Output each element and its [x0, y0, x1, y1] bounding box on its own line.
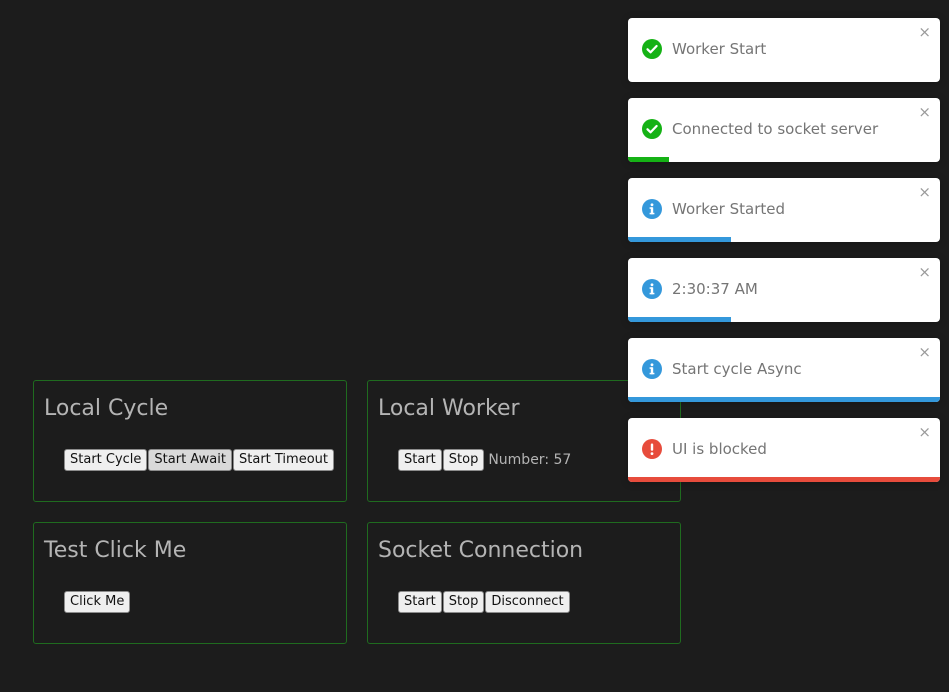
toast-message: Connected to socket server: [672, 120, 879, 138]
test-click-title: Test Click Me: [44, 538, 187, 563]
toast-progress-bar: [628, 477, 940, 482]
socket-controls: Start Stop Disconnect: [398, 591, 571, 613]
start-cycle-button[interactable]: Start Cycle: [64, 449, 148, 471]
socket-disconnect-button[interactable]: Disconnect: [485, 591, 570, 613]
info-circle-icon: [642, 359, 662, 379]
local-worker-controls: Start Stop Number: 57: [398, 449, 571, 471]
socket-connection-title: Socket Connection: [378, 538, 584, 563]
toast-error[interactable]: UI is blocked ×: [628, 418, 940, 482]
close-icon[interactable]: ×: [918, 104, 931, 120]
socket-connection-card: Socket Connection Start Stop Disconnect: [367, 522, 681, 644]
local-cycle-controls: Start Cycle Start Await Start Timeout: [64, 449, 335, 471]
click-me-button[interactable]: Click Me: [64, 591, 131, 613]
toast-success[interactable]: Connected to socket server ×: [628, 98, 940, 162]
close-icon[interactable]: ×: [918, 184, 931, 200]
check-circle-icon: [642, 119, 662, 139]
toast-message: 2:30:37 AM: [672, 280, 758, 298]
close-icon[interactable]: ×: [918, 264, 931, 280]
start-timeout-button[interactable]: Start Timeout: [233, 449, 334, 471]
close-icon[interactable]: ×: [918, 344, 931, 360]
toast-progress-bar: [628, 237, 731, 242]
worker-number-readout: Number: 57: [488, 452, 572, 468]
local-cycle-title: Local Cycle: [44, 396, 169, 421]
toast-info[interactable]: 2:30:37 AM ×: [628, 258, 940, 322]
start-await-button[interactable]: Start Await: [148, 449, 232, 471]
app-page: Local Cycle Start Cycle Start Await Star…: [0, 0, 949, 692]
toast-info[interactable]: Start cycle Async ×: [628, 338, 940, 402]
info-circle-icon: [642, 199, 662, 219]
local-worker-title: Local Worker: [378, 396, 520, 421]
toast-progress-bar: [628, 157, 669, 162]
worker-stop-button[interactable]: Stop: [442, 449, 485, 471]
worker-start-button[interactable]: Start: [398, 449, 442, 471]
close-icon[interactable]: ×: [918, 424, 931, 440]
toast-message: Worker Start: [672, 40, 767, 58]
toast-message: Worker Started: [672, 200, 786, 218]
check-circle-icon: [642, 39, 662, 59]
toast-progress-bar: [628, 397, 940, 402]
close-icon[interactable]: ×: [918, 24, 931, 40]
toast-container: Worker Start × Connected to socket server ×…: [628, 18, 940, 498]
exclamation-circle-icon: [642, 439, 662, 459]
test-click-card: Test Click Me Click Me: [33, 522, 347, 644]
socket-start-button[interactable]: Start: [398, 591, 442, 613]
socket-stop-button[interactable]: Stop: [442, 591, 485, 613]
toast-info[interactable]: Worker Started ×: [628, 178, 940, 242]
toast-message: UI is blocked: [672, 440, 767, 458]
toast-success[interactable]: Worker Start ×: [628, 18, 940, 82]
info-circle-icon: [642, 279, 662, 299]
local-cycle-card: Local Cycle Start Cycle Start Await Star…: [33, 380, 347, 502]
toast-progress-bar: [628, 317, 731, 322]
toast-message: Start cycle Async: [672, 360, 802, 378]
test-click-controls: Click Me: [64, 591, 131, 613]
